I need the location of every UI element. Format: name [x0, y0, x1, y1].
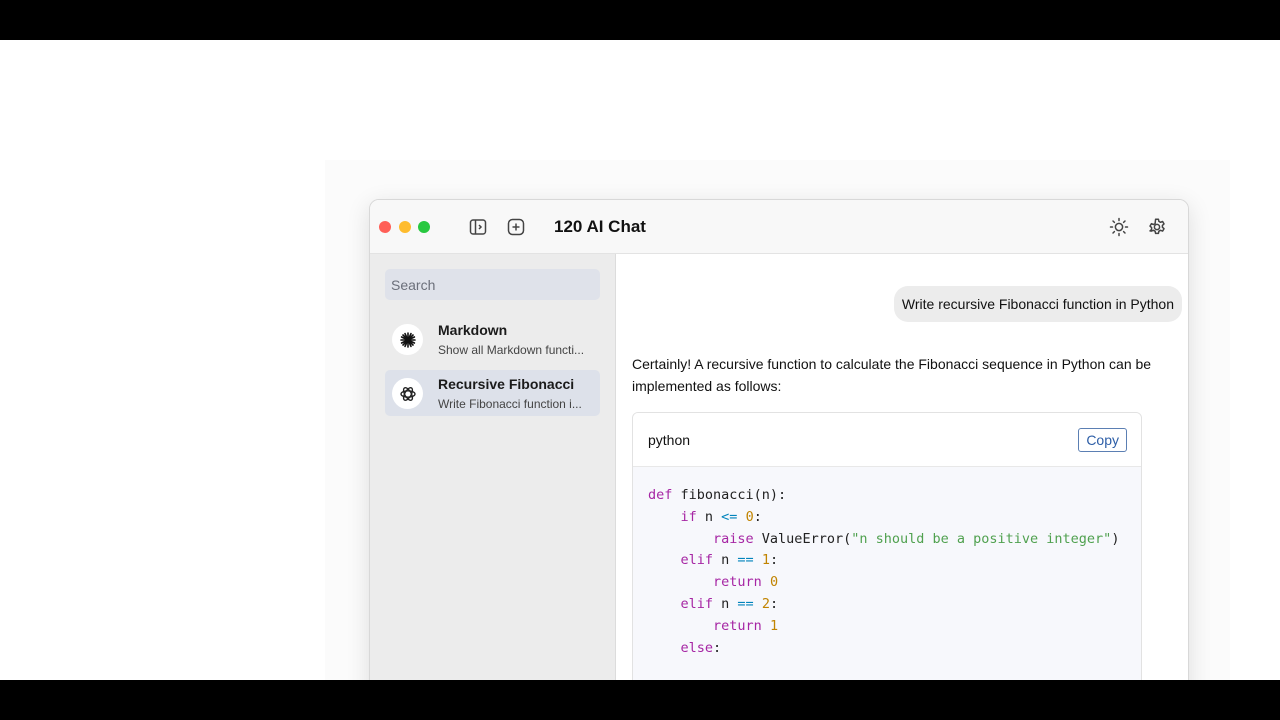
conversation-pane: Write recursive Fibonacci function in Py…: [616, 254, 1188, 680]
chat-preview: Write Fibonacci function i...: [438, 397, 582, 411]
code-block-header: python Copy: [633, 413, 1141, 467]
minimize-window-button[interactable]: [399, 221, 411, 233]
code-line: elif n == 2:: [680, 595, 779, 612]
code-line: if n <= 0:: [680, 508, 762, 525]
user-message-bubble: Write recursive Fibonacci function in Py…: [893, 286, 1182, 322]
new-chat-icon[interactable]: [505, 216, 527, 238]
sun-icon[interactable]: [1108, 216, 1130, 238]
assistant-message-text: Certainly! A recursive function to calcu…: [632, 356, 1152, 394]
asterisk-icon: [392, 324, 423, 355]
code-line: else:: [680, 639, 722, 656]
search-input[interactable]: [385, 269, 600, 300]
sidebar: Markdown Show all Markdown functi... Rec…: [370, 254, 616, 680]
sidebar-item-markdown[interactable]: Markdown Show all Markdown functi...: [385, 316, 600, 362]
code-line: elif n == 1:: [680, 552, 779, 569]
app-window: 120 AI Chat Search Markdown Show all Mar…: [369, 199, 1189, 680]
title-bar: 120 AI Chat: [370, 200, 1188, 254]
copy-code-button[interactable]: Copy: [1078, 428, 1127, 452]
sidebar-item-recursive-fibonacci[interactable]: Recursive Fibonacci Write Fibonacci func…: [385, 370, 600, 416]
app-title: 120 AI Chat: [554, 217, 646, 236]
chat-preview: Show all Markdown functi...: [438, 343, 585, 357]
code-line: raise ValueError("n should be a positive…: [713, 530, 1120, 547]
sidebar-toggle-icon[interactable]: [467, 216, 489, 238]
close-window-button[interactable]: [379, 221, 391, 233]
code-line: return 1: [713, 617, 779, 634]
code-content: def fibonacci(n): if n <= 0: raise Value…: [633, 467, 1141, 659]
code-line: def fibonacci(n):: [648, 487, 787, 503]
chat-title: Recursive Fibonacci: [438, 376, 575, 392]
openai-icon: [392, 378, 423, 409]
code-block: python Copy def fibonacci(n): if n <= 0:…: [632, 412, 1142, 680]
gear-icon[interactable]: [1146, 216, 1168, 238]
code-language-label: python: [648, 432, 691, 448]
zoom-window-button[interactable]: [418, 221, 430, 233]
chat-title: Markdown: [438, 322, 508, 338]
code-fade-overlay: [633, 679, 1141, 680]
code-line: return 0: [713, 574, 779, 591]
desktop-background: 120 AI Chat Search Markdown Show all Mar…: [0, 40, 1280, 680]
